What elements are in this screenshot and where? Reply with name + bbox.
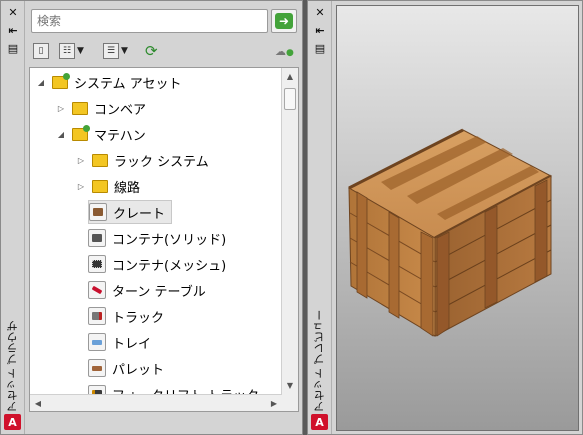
tree-view-dropdown[interactable]: ☷ ▼: [59, 41, 84, 61]
tree-folder-rack-system[interactable]: ▷ ラック システム: [76, 148, 209, 172]
tree-asset-container-solid[interactable]: コンテナ(ソリッド): [88, 226, 226, 250]
tree-item-label: コンテナ(メッシュ): [112, 258, 227, 274]
tree-asset-tray[interactable]: トレイ: [88, 330, 151, 354]
tree-item-label: システム アセット: [74, 76, 182, 92]
expand-toggle-icon[interactable]: ◢: [36, 78, 46, 87]
preview-title: アセット プレビュー: [313, 309, 326, 413]
autodesk-logo-icon: A: [311, 414, 328, 430]
folder-icon: [72, 101, 88, 115]
chevron-down-icon: ▼: [77, 46, 84, 56]
tree-item-label: クレート: [113, 206, 166, 222]
tree-folder-material-handling[interactable]: ◢ マテハン: [56, 122, 146, 146]
crate-3d-preview: [347, 128, 553, 337]
tree-folder-track[interactable]: ▷ 線路: [76, 174, 140, 198]
folder-open-icon: [52, 72, 70, 89]
tree-item-label: トレイ: [112, 336, 152, 352]
tree-asset-truck[interactable]: トラック: [88, 304, 164, 328]
close-icon[interactable]: ✕: [5, 5, 21, 19]
properties-menu-icon[interactable]: ▤: [312, 41, 328, 55]
asset-tree: ◢ システム アセット ▷ コンベア ◢ マテハン ▷ ラック システム ▷ 線…: [29, 67, 299, 412]
crate-icon: [89, 203, 107, 221]
refresh-button[interactable]: ⟳: [145, 41, 158, 61]
go-arrow-icon: ➜: [275, 13, 293, 29]
tree-item-label: ターン テーブル: [112, 284, 206, 300]
tree-item-label: トラック: [112, 310, 165, 326]
tree-item-label: コンベア: [94, 102, 147, 118]
tree-asset-turntable[interactable]: ターン テーブル: [88, 278, 206, 302]
folder-open-icon: [72, 124, 90, 141]
folder-icon: [92, 153, 108, 167]
paste-button[interactable]: ▯: [33, 41, 49, 61]
tree-horizontal-scrollbar[interactable]: ◀ ▶: [30, 394, 282, 411]
pin-icon[interactable]: ⇤: [312, 23, 328, 37]
tree-asset-container-mesh[interactable]: コンテナ(メッシュ): [88, 252, 226, 276]
tree-asset-crate[interactable]: クレート: [88, 200, 173, 224]
folder-icon: [92, 179, 108, 193]
search-input[interactable]: [31, 9, 268, 33]
scrollbar-thumb[interactable]: [284, 88, 296, 110]
clipboard-icon: ▯: [33, 43, 49, 59]
tree-item-label: コンテナ(ソリッド): [112, 232, 227, 248]
close-icon[interactable]: ✕: [312, 5, 328, 19]
tray-icon: [88, 333, 106, 351]
scroll-right-icon[interactable]: ▶: [266, 395, 282, 411]
truck-icon: [88, 307, 106, 325]
chevron-down-icon: ▼: [121, 46, 128, 56]
preview-title-strip: ✕ ⇤ ▤ アセット プレビュー A: [308, 1, 332, 434]
tree-item-label: ラック システム: [114, 154, 209, 170]
browser-title-strip: ✕ ⇤ ▤ アセット ブラウザ A: [1, 1, 25, 434]
cloud-sync-icon: ☁●: [275, 44, 294, 58]
browser-title: アセット ブラウザ: [6, 320, 19, 413]
tree-item-label: マテハン: [94, 128, 146, 144]
list-view-icon: ☰: [103, 43, 119, 59]
refresh-icon: ⟳: [145, 42, 158, 60]
tree-view-icon: ☷: [59, 43, 75, 59]
tree-item-label: パレット: [112, 362, 165, 378]
search-go-button[interactable]: ➜: [271, 9, 297, 33]
expand-toggle-icon[interactable]: ◢: [56, 130, 66, 139]
expand-toggle-icon[interactable]: ▷: [76, 182, 86, 191]
tree-folder-conveyor[interactable]: ▷ コンベア: [56, 96, 146, 120]
scroll-left-icon[interactable]: ◀: [30, 395, 46, 411]
properties-menu-icon[interactable]: ▤: [5, 41, 21, 55]
expand-toggle-icon[interactable]: ▷: [56, 104, 66, 113]
tree-item-label: 線路: [114, 180, 141, 196]
asset-browser-panel: ✕ ⇤ ▤ アセット ブラウザ A ➜ ▯ ☷▼ ☰▼ ⟳ ☁● ◢ システム …: [0, 0, 303, 435]
tree-vertical-scrollbar[interactable]: ▲ ▼: [281, 68, 298, 411]
browser-toolbar: ▯ ☷ ▼ ☰ ▼ ⟳ ☁●: [31, 39, 297, 63]
container-mesh-icon: [88, 255, 106, 273]
list-view-dropdown[interactable]: ☰ ▼: [103, 41, 128, 61]
scroll-down-icon[interactable]: ▼: [282, 377, 298, 393]
tree-folder-system-assets[interactable]: ◢ システム アセット: [36, 70, 181, 94]
asset-preview-panel: ✕ ⇤ ▤ アセット プレビュー A: [307, 0, 583, 435]
turntable-icon: [88, 281, 106, 299]
cloud-status[interactable]: ☁●: [275, 41, 294, 61]
pin-icon[interactable]: ⇤: [5, 23, 21, 37]
tree-asset-pallet[interactable]: パレット: [88, 356, 164, 380]
scroll-up-icon[interactable]: ▲: [282, 68, 298, 84]
pallet-icon: [88, 359, 106, 377]
container-solid-icon: [88, 229, 106, 247]
expand-toggle-icon[interactable]: ▷: [76, 156, 86, 165]
autodesk-logo-icon: A: [4, 414, 21, 430]
preview-viewport[interactable]: [336, 5, 579, 431]
